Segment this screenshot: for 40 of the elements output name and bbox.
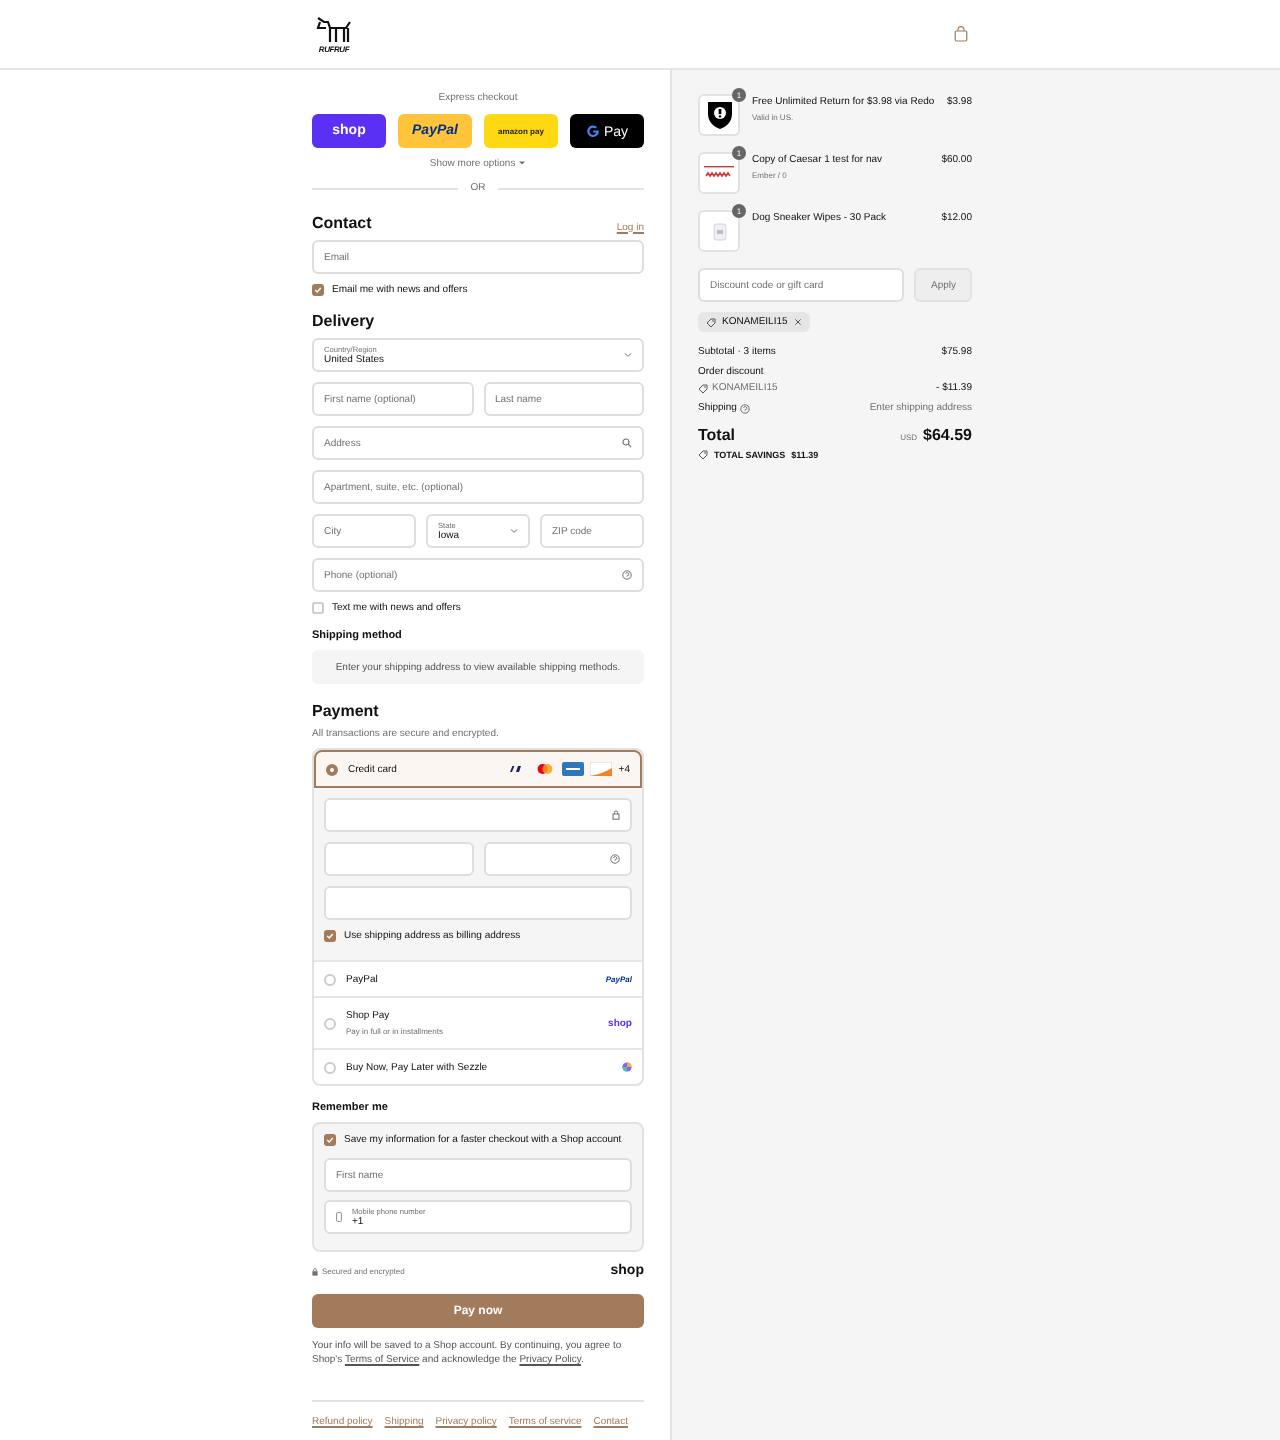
amex-logo-icon	[562, 762, 585, 776]
lock-icon	[312, 1267, 318, 1275]
section-title: Contact	[312, 214, 372, 232]
chevron-icon	[510, 528, 518, 534]
card-number-field[interactable]	[324, 798, 632, 832]
caret-icon	[518, 160, 527, 166]
total-label: Total	[698, 426, 736, 444]
phone-icon	[336, 1212, 342, 1222]
dog-logo-icon	[314, 15, 354, 43]
search-icon	[622, 438, 632, 448]
checkbox[interactable]	[324, 930, 336, 942]
expiration-field[interactable]	[324, 842, 473, 876]
tag-icon	[698, 450, 708, 460]
shopping-bag-icon[interactable]	[954, 26, 968, 42]
sezzle-logo-icon	[622, 1062, 632, 1072]
shield-icon	[705, 100, 733, 130]
product-image	[711, 221, 727, 241]
help-icon	[740, 403, 751, 413]
checkbox[interactable]	[312, 284, 324, 296]
checkbox[interactable]	[312, 602, 324, 614]
tag-icon	[698, 383, 708, 393]
lock-icon	[612, 810, 620, 820]
radio-button[interactable]	[324, 973, 336, 985]
tag-icon	[706, 317, 716, 327]
chevron-icon	[624, 352, 632, 358]
radio-button[interactable]	[326, 763, 338, 775]
security-code-field[interactable]	[483, 842, 632, 876]
name-on-card-field[interactable]	[324, 886, 632, 920]
radio-button[interactable]	[324, 1017, 336, 1029]
help-icon	[610, 854, 620, 864]
radio-button[interactable]	[324, 1061, 336, 1073]
total-value: $64.59	[923, 426, 972, 444]
checkbox[interactable]	[324, 1134, 336, 1146]
section-title: Payment	[312, 702, 381, 720]
section-title: Delivery	[312, 312, 377, 330]
product-image	[702, 163, 736, 183]
mastercard-logo-icon	[534, 762, 557, 776]
close-icon[interactable]	[793, 318, 802, 326]
google-logo-icon	[585, 123, 600, 137]
help-icon	[622, 570, 632, 580]
